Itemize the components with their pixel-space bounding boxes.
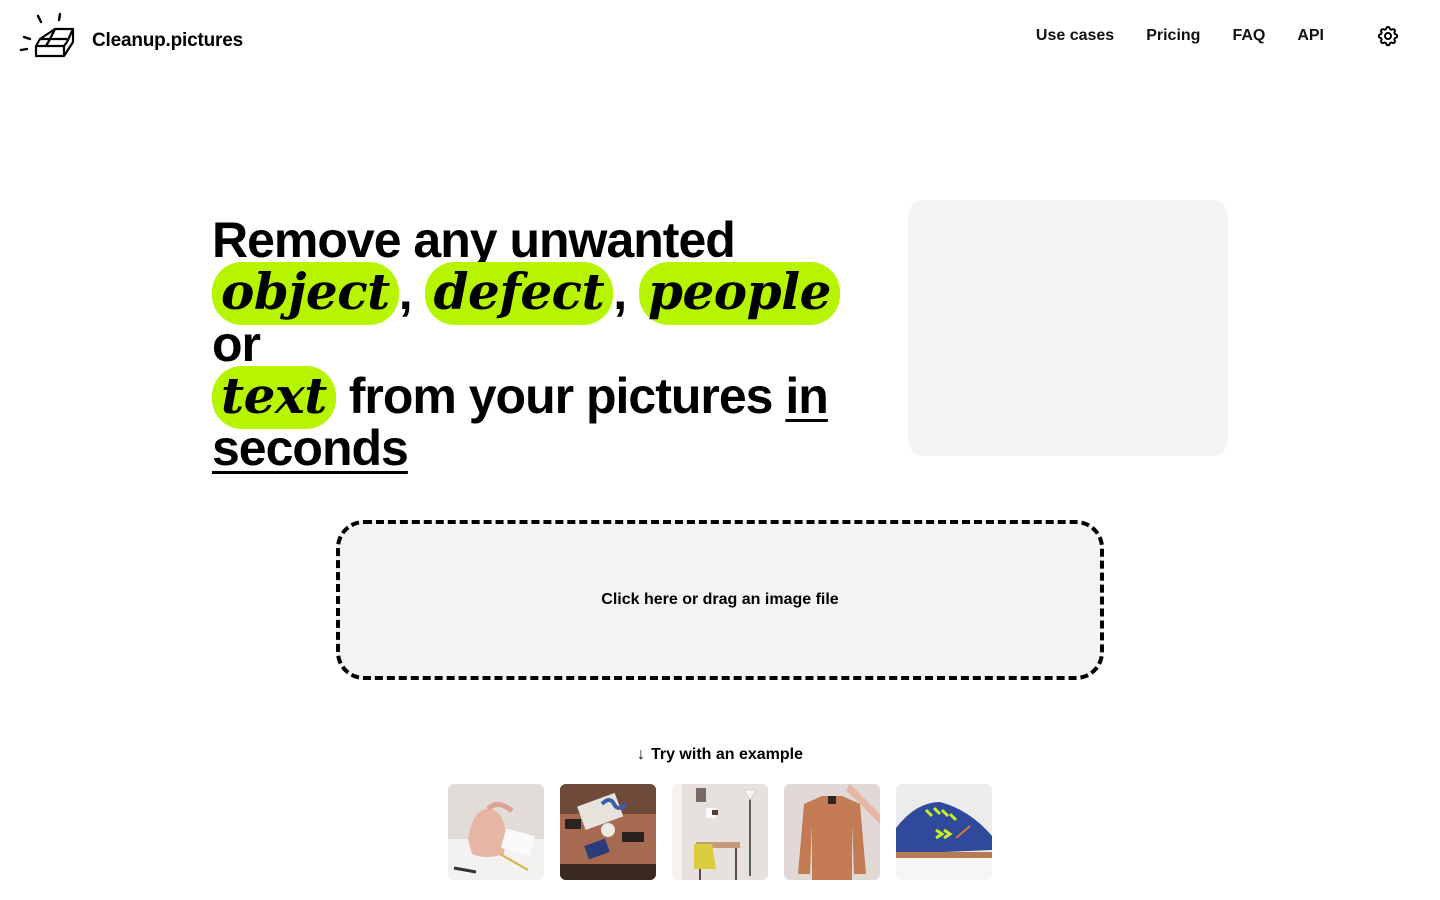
file-dropzone[interactable]: Click here or drag an image file	[336, 520, 1104, 680]
dropzone-label: Click here or drag an image file	[601, 591, 839, 608]
nav-api[interactable]: API	[1297, 27, 1324, 45]
try-example-heading: ↓ Try with an example	[0, 746, 1440, 764]
gear-icon[interactable]	[1376, 24, 1400, 48]
main-nav: Use cases Pricing FAQ API	[1036, 24, 1400, 48]
nav-faq[interactable]: FAQ	[1232, 27, 1265, 45]
highlight-people: people	[639, 262, 840, 325]
example-images	[448, 784, 992, 880]
logo-link[interactable]: Cleanup.pictures	[18, 12, 243, 60]
brand-name: Cleanup.pictures	[92, 30, 243, 51]
example-image-backpack[interactable]	[448, 784, 544, 880]
nav-pricing[interactable]: Pricing	[1146, 27, 1200, 45]
underlined-seconds: seconds	[212, 420, 409, 476]
demo-preview-placeholder	[908, 200, 1228, 456]
comma: ,	[613, 264, 627, 320]
nav-use-cases[interactable]: Use cases	[1036, 27, 1114, 45]
example-image-room[interactable]	[672, 784, 768, 880]
underlined-in: in	[785, 368, 828, 424]
try-example-label: Try with an example	[650, 746, 804, 763]
example-image-flatlay[interactable]	[560, 784, 656, 880]
headline-line1: Remove any unwanted	[212, 212, 736, 268]
headline-from-your-pictures: from your pictures	[348, 368, 774, 424]
highlight-defect: defect	[424, 262, 614, 325]
arrow-down-icon: ↓	[636, 746, 645, 763]
or-word: or	[212, 316, 261, 372]
comma: ,	[398, 264, 413, 320]
hero-headline: Remove any unwanted object, defect, peop…	[212, 214, 892, 474]
example-image-sneaker[interactable]	[896, 784, 992, 880]
site-header: Cleanup.pictures Use cases Pricing FAQ A…	[0, 0, 1440, 80]
example-image-jacket[interactable]	[784, 784, 880, 880]
eraser-icon	[19, 12, 75, 58]
